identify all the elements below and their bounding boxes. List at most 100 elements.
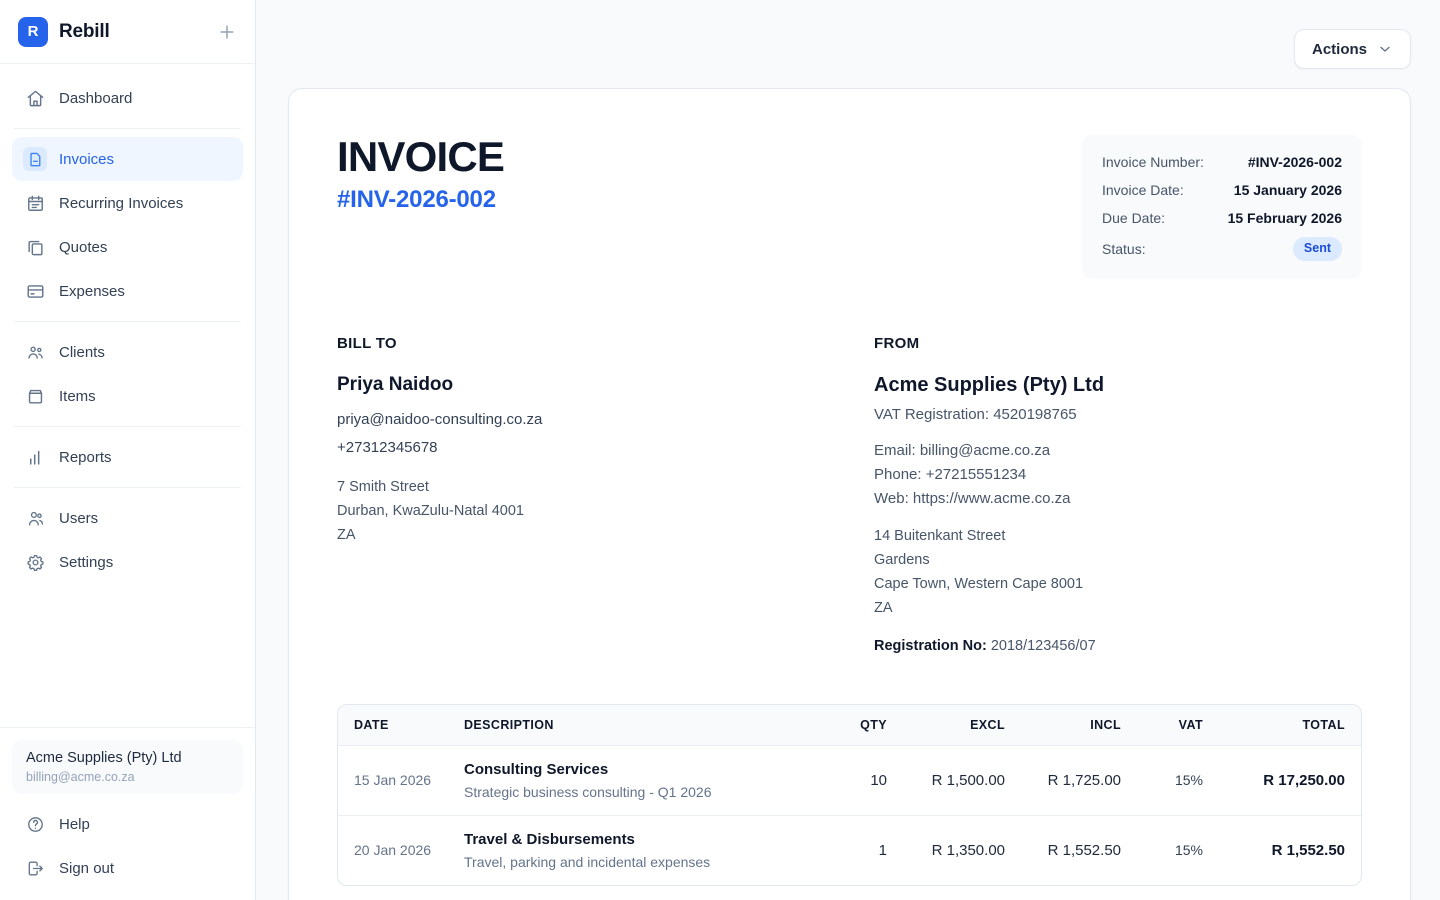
actions-button[interactable]: Actions	[1294, 29, 1411, 69]
item-vat: 15%	[1137, 745, 1219, 815]
item-incl: R 1,552.50	[1021, 815, 1137, 885]
address-line: Gardens	[874, 548, 1362, 572]
app-logo: R	[18, 17, 48, 47]
new-document-button[interactable]	[217, 22, 237, 42]
bill-to-block: BILL TO Priya Naidoo priya@naidoo-consul…	[337, 335, 874, 654]
item-subtitle: Travel, parking and incidental expenses	[464, 854, 812, 870]
from-email: Email: billing@acme.co.za	[874, 439, 1362, 463]
sidebar-item-expenses[interactable]: Expenses	[12, 269, 243, 313]
from-registration: Registration No: 2018/123456/07	[874, 638, 1362, 654]
bill-to-heading: BILL TO	[337, 335, 874, 352]
main-content: Actions INVOICE #INV-2026-002 Invoice Nu…	[256, 0, 1440, 900]
invoice-card: INVOICE #INV-2026-002 Invoice Number: #I…	[288, 88, 1411, 900]
item-qty: 1	[828, 815, 903, 885]
line-items-table: DATE DESCRIPTION QTY EXCL INCL VAT TOTAL…	[337, 704, 1362, 886]
sidebar-divider	[14, 321, 241, 322]
column-header-date: DATE	[338, 705, 448, 746]
sidebar-header: R Rebill	[0, 0, 255, 64]
meta-value: 15 January 2026	[1234, 182, 1342, 198]
help-icon	[23, 812, 47, 836]
sidebar-item-label: Reports	[59, 449, 112, 466]
sidebar-nav: Dashboard Invoices Recurring Invoices Qu…	[0, 64, 255, 584]
address-line: 7 Smith Street	[337, 475, 874, 499]
from-heading: FROM	[874, 335, 1362, 352]
address-line: ZA	[874, 596, 1362, 620]
address-section: BILL TO Priya Naidoo priya@naidoo-consul…	[337, 335, 1362, 654]
table-row: 20 Jan 2026 Travel & Disbursements Trave…	[338, 815, 1361, 885]
sidebar-item-items[interactable]: Items	[12, 374, 243, 418]
sidebar-item-label: Users	[59, 510, 98, 527]
sidebar-item-label: Dashboard	[59, 90, 132, 107]
sidebar-item-sign-out[interactable]: Sign out	[12, 846, 243, 890]
sidebar-item-label: Clients	[59, 344, 105, 361]
home-icon	[23, 86, 47, 110]
sidebar-item-invoices[interactable]: Invoices	[12, 137, 243, 181]
from-website: Web: https://www.acme.co.za	[874, 487, 1362, 511]
table-row: 15 Jan 2026 Consulting Services Strategi…	[338, 745, 1361, 815]
organization-email: billing@acme.co.za	[26, 770, 229, 784]
invoice-header: INVOICE #INV-2026-002 Invoice Number: #I…	[337, 135, 1362, 279]
column-header-incl: INCL	[1021, 705, 1137, 746]
meta-row-status: Status: Sent	[1102, 237, 1342, 261]
item-total: R 1,552.50	[1219, 815, 1361, 885]
sidebar-item-label: Sign out	[59, 860, 114, 877]
item-subtitle: Strategic business consulting - Q1 2026	[464, 784, 812, 800]
meta-label: Status:	[1102, 241, 1146, 257]
item-description-cell: Consulting Services Strategic business c…	[448, 745, 828, 815]
sidebar-item-label: Recurring Invoices	[59, 195, 183, 212]
item-excl: R 1,500.00	[903, 745, 1021, 815]
meta-value: 15 February 2026	[1228, 210, 1342, 226]
column-header-excl: EXCL	[903, 705, 1021, 746]
clients-icon	[23, 340, 47, 364]
from-phone: Phone: +27215551234	[874, 463, 1362, 487]
item-qty: 10	[828, 745, 903, 815]
item-date: 15 Jan 2026	[338, 745, 448, 815]
meta-row-due-date: Due Date: 15 February 2026	[1102, 209, 1342, 227]
sidebar-divider	[14, 128, 241, 129]
credit-card-icon	[23, 279, 47, 303]
topbar: Actions	[288, 0, 1411, 88]
item-title: Travel & Disbursements	[464, 831, 812, 848]
meta-value: #INV-2026-002	[1248, 154, 1342, 170]
meta-row-invoice-date: Invoice Date: 15 January 2026	[1102, 181, 1342, 199]
table-header-row: DATE DESCRIPTION QTY EXCL INCL VAT TOTAL	[338, 705, 1361, 746]
sidebar-item-recurring-invoices[interactable]: Recurring Invoices	[12, 181, 243, 225]
bill-to-contact: priya@naidoo-consulting.co.za +273123456…	[337, 406, 874, 462]
bill-to-email: priya@naidoo-consulting.co.za	[337, 406, 874, 434]
sidebar-item-users[interactable]: Users	[12, 496, 243, 540]
sidebar-item-help[interactable]: Help	[12, 802, 243, 846]
status-badge: Sent	[1293, 237, 1342, 261]
invoice-title: INVOICE	[337, 135, 504, 179]
registration-label: Registration No:	[874, 638, 987, 654]
bar-chart-icon	[23, 445, 47, 469]
quotes-icon	[23, 235, 47, 259]
sign-out-icon	[23, 856, 47, 880]
sidebar-footer: Acme Supplies (Pty) Ltd billing@acme.co.…	[0, 727, 255, 900]
item-total: R 17,250.00	[1219, 745, 1361, 815]
sidebar-item-quotes[interactable]: Quotes	[12, 225, 243, 269]
sidebar-item-clients[interactable]: Clients	[12, 330, 243, 374]
sidebar-item-reports[interactable]: Reports	[12, 435, 243, 479]
invoice-number: #INV-2026-002	[337, 186, 504, 214]
item-title: Consulting Services	[464, 761, 812, 778]
sidebar-item-settings[interactable]: Settings	[12, 540, 243, 584]
meta-label: Due Date:	[1102, 210, 1165, 226]
sidebar-item-label: Help	[59, 816, 90, 833]
from-block: FROM Acme Supplies (Pty) Ltd VAT Registr…	[874, 335, 1362, 654]
sidebar-item-label: Quotes	[59, 239, 107, 256]
meta-label: Invoice Number:	[1102, 154, 1204, 170]
sidebar-divider	[14, 426, 241, 427]
column-header-description: DESCRIPTION	[448, 705, 828, 746]
invoice-meta-box: Invoice Number: #INV-2026-002 Invoice Da…	[1082, 135, 1362, 279]
sidebar-item-label: Invoices	[59, 151, 114, 168]
from-company-name: Acme Supplies (Pty) Ltd	[874, 374, 1362, 397]
sidebar-item-dashboard[interactable]: Dashboard	[12, 76, 243, 120]
address-line: 14 Buitenkant Street	[874, 524, 1362, 548]
column-header-qty: QTY	[828, 705, 903, 746]
from-vat-registration: VAT Registration: 4520198765	[874, 406, 1362, 423]
item-excl: R 1,350.00	[903, 815, 1021, 885]
bill-to-name: Priya Naidoo	[337, 374, 874, 396]
from-address: 14 Buitenkant Street Gardens Cape Town, …	[874, 524, 1362, 620]
organization-card[interactable]: Acme Supplies (Pty) Ltd billing@acme.co.…	[12, 740, 243, 794]
users-icon	[23, 506, 47, 530]
